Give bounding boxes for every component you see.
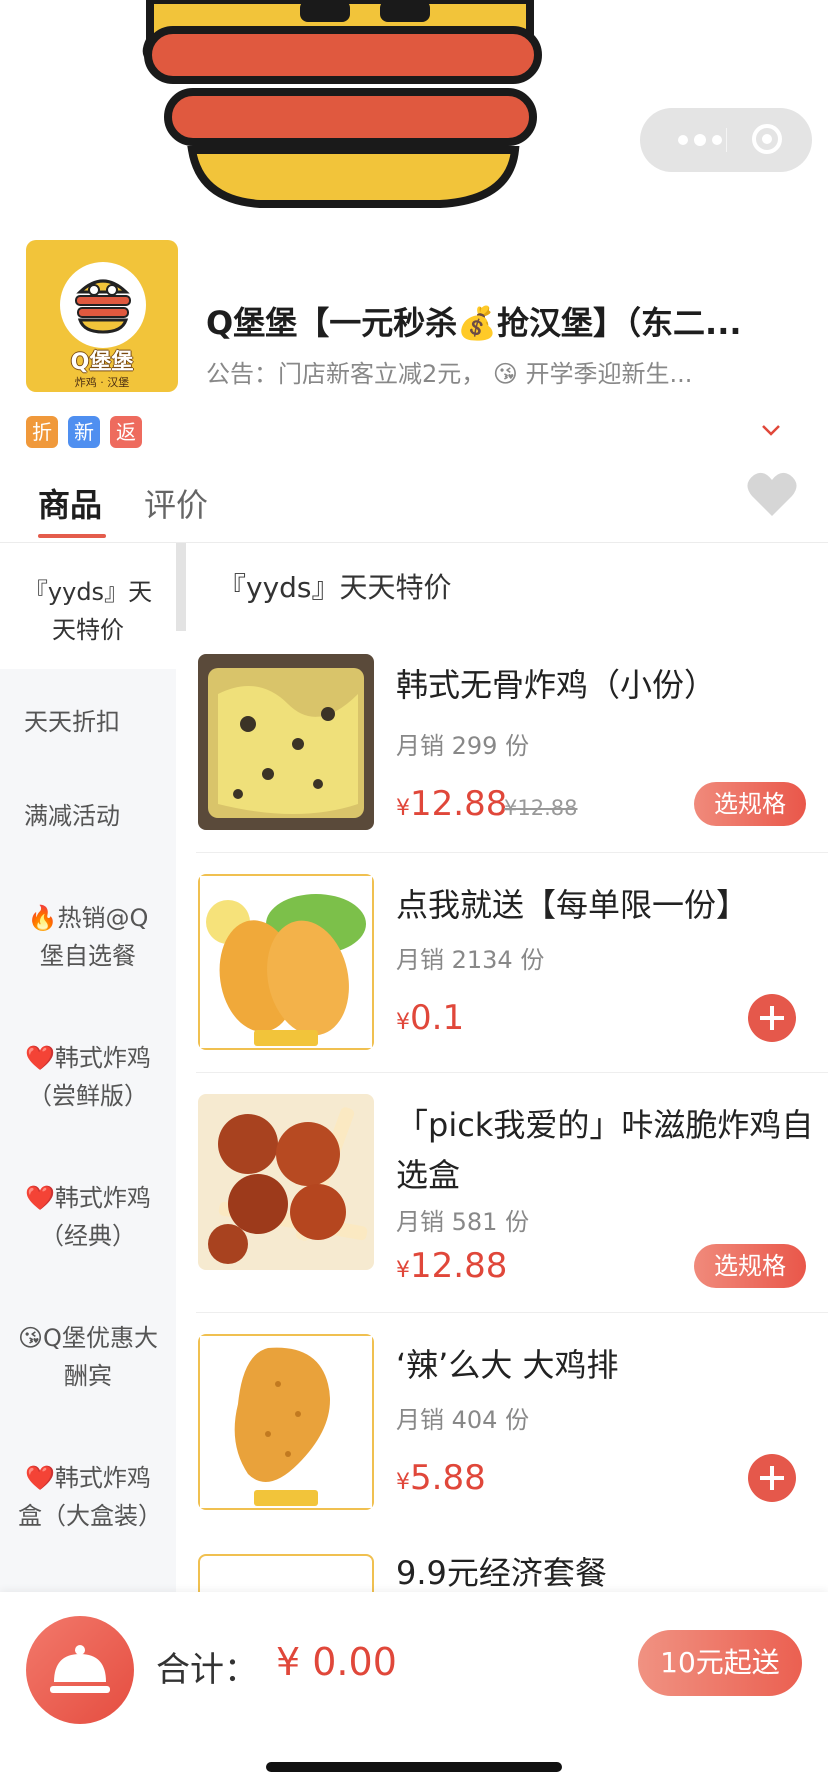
tab-reviews[interactable]: 评价 xyxy=(144,480,208,526)
product-image xyxy=(198,654,374,830)
currency-symbol: ¥ xyxy=(396,1010,410,1035)
total-label: 合计： xyxy=(156,1650,258,1690)
tab-goods[interactable]: 商品 xyxy=(38,480,102,526)
discount-badge: 折 xyxy=(26,416,58,448)
sidebar-item-label: 『yyds』天天特价 xyxy=(23,578,153,644)
sidebar-item-label: ❤️韩式炸鸡（经典） xyxy=(25,1184,151,1250)
currency-symbol: ¥ xyxy=(396,1470,410,1495)
new-customer-badge: 新 xyxy=(68,416,100,448)
store-notice[interactable]: 公告：门店新客立减2元， 😘 开学季迎新生... xyxy=(206,354,746,389)
price-value: 0.1 xyxy=(410,998,465,1038)
store-logo: Q堡堡 炸鸡 · 汉堡 xyxy=(26,240,178,392)
currency-symbol: ¥ xyxy=(396,796,410,821)
price-value: 12.88 xyxy=(410,784,508,824)
chevron-down-icon[interactable] xyxy=(758,420,784,440)
product-name: 「pick我爱的」咔滋脆炸鸡自选盒 xyxy=(396,1106,814,1194)
product-card[interactable]: 「pick我爱的」咔滋脆炸鸡自选盒 月销 581 份 ¥12.88 选规格 xyxy=(196,1094,828,1288)
category-sidebar: 『yyds』天天特价 天天折扣 满减活动 🔥热销@Q堡自选餐 ❤️韩式炸鸡（尝鲜… xyxy=(0,543,176,1593)
sidebar-item-label: ❤️韩式炸鸡盒（大盒装） xyxy=(18,1464,162,1530)
divider xyxy=(196,1072,828,1073)
more-icon[interactable] xyxy=(670,130,730,150)
product-price: ¥12.88 xyxy=(396,784,507,824)
sidebar-item-daily-special[interactable]: 『yyds』天天特价 xyxy=(0,543,176,669)
sidebar-item-label: 🔥热销@Q堡自选餐 xyxy=(27,904,149,970)
store-name[interactable]: Q堡堡【一元秒杀💰抢汉堡】（东二... xyxy=(206,298,792,344)
sidebar-item-hot-combo[interactable]: 🔥热销@Q堡自选餐 xyxy=(0,899,176,975)
add-to-cart-button[interactable] xyxy=(748,1454,796,1502)
product-card[interactable]: 点我就送【每单限一份】 月销 2134 份 ¥0.1 xyxy=(196,874,828,1050)
home-indicator[interactable] xyxy=(266,1762,562,1772)
product-image xyxy=(198,1334,374,1510)
product-image xyxy=(198,1554,374,1594)
sidebar-item-discount[interactable]: 天天折扣 xyxy=(0,703,176,741)
select-spec-button[interactable]: 选规格 xyxy=(694,1244,806,1288)
logo-brand-text: Q堡堡 xyxy=(70,350,134,375)
logo-circle xyxy=(60,262,146,348)
tab-bar: 商品 评价 xyxy=(0,468,828,543)
store-banner xyxy=(0,0,828,230)
category-title: 『yyds』天天特价 xyxy=(218,571,452,604)
product-sales: 月销 2134 份 xyxy=(396,946,545,974)
sidebar-item-q-offer[interactable]: 😘Q堡优惠大酬宾 xyxy=(0,1319,176,1395)
cashback-badge: 返 xyxy=(110,416,142,448)
currency-symbol: ¥ xyxy=(396,1258,410,1283)
divider xyxy=(196,852,828,853)
product-name: 9.9元经济套餐 xyxy=(396,1554,607,1592)
sidebar-item-korean-chicken-classic[interactable]: ❤️韩式炸鸡（经典） xyxy=(0,1179,176,1255)
sidebar-scrollbar[interactable] xyxy=(176,543,186,631)
total-value: ¥ 0.00 xyxy=(276,1640,397,1684)
product-name: 韩式无骨炸鸡（小份） xyxy=(396,666,717,704)
promo-badges: 折 新 返 xyxy=(26,416,142,448)
plus-icon xyxy=(760,1006,784,1030)
product-original-price: ¥12.88 xyxy=(504,796,578,820)
product-image xyxy=(198,1094,374,1270)
tab-active-indicator xyxy=(38,534,106,538)
add-to-cart-button[interactable] xyxy=(748,994,796,1042)
logo-sub-text: 炸鸡 · 汉堡 xyxy=(74,376,130,389)
product-price: ¥5.88 xyxy=(396,1458,486,1498)
close-target-icon[interactable] xyxy=(750,122,784,156)
capsule-divider xyxy=(726,128,727,152)
cloche-icon xyxy=(50,1645,110,1693)
product-sales: 月销 299 份 xyxy=(396,732,530,760)
product-price: ¥12.88 xyxy=(396,1246,507,1286)
product-sales: 月销 581 份 xyxy=(396,1208,530,1236)
divider xyxy=(196,1312,828,1313)
sidebar-item-korean-chicken-trial[interactable]: ❤️韩式炸鸡（尝鲜版） xyxy=(0,1039,176,1115)
product-card[interactable]: ‘辣’么大 大鸡排 月销 404 份 ¥5.88 xyxy=(196,1334,828,1510)
product-card[interactable]: 9.9元经济套餐 xyxy=(196,1554,828,1594)
miniprogram-capsule xyxy=(640,108,812,172)
price-value: 12.88 xyxy=(410,1246,508,1286)
price-value: 5.88 xyxy=(410,1458,486,1498)
cart-button[interactable] xyxy=(26,1616,134,1724)
sidebar-item-label: 😘Q堡优惠大酬宾 xyxy=(18,1324,158,1390)
product-price: ¥0.1 xyxy=(396,998,464,1038)
sidebar-item-label: ❤️韩式炸鸡（尝鲜版） xyxy=(25,1044,151,1110)
sidebar-item-full-reduction[interactable]: 满减活动 xyxy=(0,797,176,835)
min-order-button[interactable]: 10元起送 xyxy=(638,1630,802,1696)
sidebar-item-label: 满减活动 xyxy=(24,802,120,830)
select-spec-button[interactable]: 选规格 xyxy=(694,782,806,826)
sidebar-item-korean-chicken-box[interactable]: ❤️韩式炸鸡盒（大盒装） xyxy=(0,1459,176,1535)
product-card[interactable]: 韩式无骨炸鸡（小份） 月销 299 份 ¥12.88 ¥12.88 选规格 xyxy=(196,654,828,830)
product-sales: 月销 404 份 xyxy=(396,1406,530,1434)
favorite-heart-icon[interactable] xyxy=(746,470,798,518)
sidebar-item-label: 天天折扣 xyxy=(24,708,120,736)
product-image xyxy=(198,874,374,1050)
product-name: ‘辣’么大 大鸡排 xyxy=(396,1346,619,1384)
logo-burger-icon xyxy=(75,279,131,334)
plus-icon xyxy=(760,1466,784,1490)
product-name: 点我就送【每单限一份】 xyxy=(396,886,749,924)
